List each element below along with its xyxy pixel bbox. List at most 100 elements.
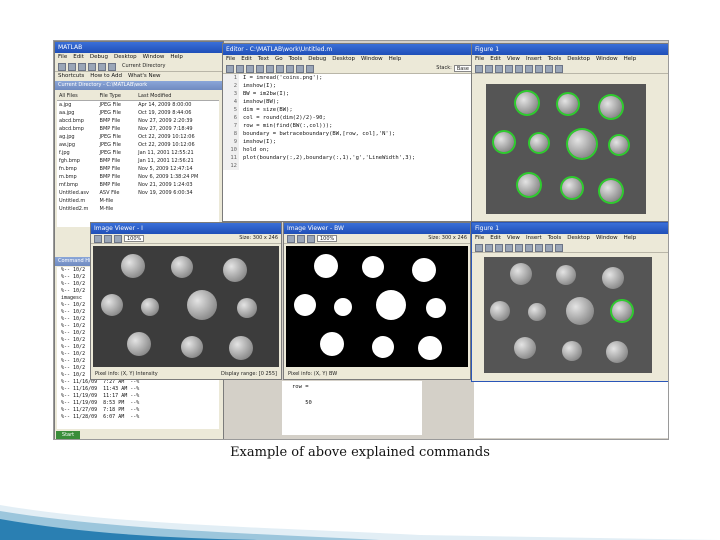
pan-icon[interactable] xyxy=(545,65,553,73)
file-row[interactable]: Untitled.m M-file xyxy=(57,197,219,205)
cut-icon[interactable] xyxy=(78,63,86,71)
arrow-icon[interactable] xyxy=(515,65,523,73)
matlab-menu-debug[interactable]: Debug xyxy=(90,53,108,62)
zoom-select[interactable]: 100% xyxy=(124,235,145,242)
file-row[interactable]: fn.bmp BMP File Nov 5, 2009 12:47:14 xyxy=(57,165,219,173)
rotate-icon[interactable] xyxy=(555,65,563,73)
new-figure-icon[interactable] xyxy=(475,65,483,73)
editor-menu-text[interactable]: Text xyxy=(258,55,269,64)
zoom-in-icon[interactable] xyxy=(287,235,295,243)
file-row[interactable]: aw.jpg JPEG File Oct 22, 2009 10:12:06 xyxy=(57,141,219,149)
column-header[interactable]: Last Modified xyxy=(136,93,219,100)
undo-icon[interactable] xyxy=(286,65,294,73)
figure-top-menu-desktop[interactable]: Desktop xyxy=(567,55,590,64)
arrow-icon[interactable] xyxy=(515,244,523,252)
print-icon[interactable] xyxy=(505,65,513,73)
open-icon[interactable] xyxy=(485,65,493,73)
zoom-out-icon[interactable] xyxy=(535,65,543,73)
new-file-icon[interactable] xyxy=(226,65,234,73)
editor-menu-window[interactable]: Window xyxy=(361,55,383,64)
code-line[interactable]: imshow(BW); xyxy=(243,98,415,106)
breakpoint-icon[interactable] xyxy=(306,65,314,73)
matlab-menu-file[interactable]: File xyxy=(58,53,67,62)
editor-menu-file[interactable]: File xyxy=(226,55,235,64)
code-line[interactable]: plot(boundary(:,2),boundary(:,1),'g','Li… xyxy=(243,154,415,162)
save-icon[interactable] xyxy=(495,65,503,73)
figure-bottom-menu-insert[interactable]: Insert xyxy=(526,234,542,243)
figure-bottom-menu-tools[interactable]: Tools xyxy=(548,234,562,243)
figure-bottom-menu-view[interactable]: View xyxy=(507,234,520,243)
history-entry[interactable]: %-- 11/27/09 7:18 PM --% xyxy=(61,407,219,414)
copy-icon[interactable] xyxy=(266,65,274,73)
whats-new-link[interactable]: What's New xyxy=(128,72,161,81)
save-icon[interactable] xyxy=(495,244,503,252)
editor-menu-tools[interactable]: Tools xyxy=(289,55,303,64)
zoom-in-icon[interactable] xyxy=(525,244,533,252)
zoom-in-icon[interactable] xyxy=(94,235,102,243)
figure-top-menu-help[interactable]: Help xyxy=(624,55,637,64)
figure-bottom-menu-window[interactable]: Window xyxy=(596,234,618,243)
zoom-in-icon[interactable] xyxy=(525,65,533,73)
history-entry[interactable]: %-- 11/16/09 11:43 AM --% xyxy=(61,386,219,393)
code-line[interactable]: boundary = bwtraceboundary(BW,[row, col]… xyxy=(243,130,415,138)
pan-icon[interactable] xyxy=(114,235,122,243)
stack-select[interactable]: Base xyxy=(453,65,472,72)
file-row[interactable]: aa.jpg JPEG File Oct 19, 2009 8:44:06 xyxy=(57,109,219,117)
matlab-menu-help[interactable]: Help xyxy=(170,53,183,62)
undo-icon[interactable] xyxy=(108,63,116,71)
print-icon[interactable] xyxy=(505,244,513,252)
code-line[interactable] xyxy=(243,162,415,170)
cut-icon[interactable] xyxy=(256,65,264,73)
column-header[interactable]: All Files xyxy=(57,93,98,100)
editor-menu-go[interactable]: Go xyxy=(275,55,283,64)
start-button[interactable]: Start xyxy=(56,431,80,439)
zoom-out-icon[interactable] xyxy=(535,244,543,252)
figure-bottom-menu-edit[interactable]: Edit xyxy=(490,234,501,243)
figure-top-menu-view[interactable]: View xyxy=(507,55,520,64)
code-line[interactable]: BW = im2bw(I); xyxy=(243,90,415,98)
history-entry[interactable]: %-- 11/16/09 7:27 AM --% xyxy=(61,379,219,386)
file-row[interactable]: abcd.bmp BMP File Nov 27, 2009 7:18:49 xyxy=(57,125,219,133)
file-row[interactable]: a.jpg JPEG File Apr 14, 2009 8:00:00 xyxy=(57,101,219,109)
figure-bottom-menu-file[interactable]: File xyxy=(475,234,484,243)
history-entry[interactable]: %-- 11/19/09 11:17 AM --% xyxy=(61,393,219,400)
file-row[interactable]: ag.jpg JPEG File Oct 22, 2009 10:12:06 xyxy=(57,133,219,141)
editor-menu-help[interactable]: Help xyxy=(389,55,402,64)
code-line[interactable]: I = imread('coins.png'); xyxy=(243,74,415,82)
figure-top-menu-edit[interactable]: Edit xyxy=(490,55,501,64)
editor-menu-debug[interactable]: Debug xyxy=(308,55,326,64)
file-row[interactable]: f.jpg JPEG File Jan 11, 2001 12:55:21 xyxy=(57,149,219,157)
run-icon[interactable] xyxy=(296,65,304,73)
code-line[interactable]: row = min(find(BW(:,col))); xyxy=(243,122,415,130)
save-icon[interactable] xyxy=(246,65,254,73)
paste-icon[interactable] xyxy=(98,63,106,71)
figure-top-menu-file[interactable]: File xyxy=(475,55,484,64)
code-line[interactable]: col = round(dim(2)/2)-90; xyxy=(243,114,415,122)
copy-icon[interactable] xyxy=(88,63,96,71)
file-row[interactable]: Untitled2.m M-file xyxy=(57,205,219,213)
code-line[interactable]: imshow(I); xyxy=(243,82,415,90)
open-icon[interactable] xyxy=(236,65,244,73)
figure-bottom-menu-desktop[interactable]: Desktop xyxy=(567,234,590,243)
zoom-out-icon[interactable] xyxy=(297,235,305,243)
figure-bottom-menu-help[interactable]: Help xyxy=(624,234,637,243)
open-icon[interactable] xyxy=(68,63,76,71)
matlab-menu-desktop[interactable]: Desktop xyxy=(114,53,137,62)
file-row[interactable]: fgh.bmp BMP File Jan 11, 2001 12:56:21 xyxy=(57,157,219,165)
pan-icon[interactable] xyxy=(307,235,315,243)
open-icon[interactable] xyxy=(485,244,493,252)
zoom-select[interactable]: 100% xyxy=(317,235,338,242)
file-row[interactable]: mf.bmp BMP File Nov 21, 2009 1:24:03 xyxy=(57,181,219,189)
new-figure-icon[interactable] xyxy=(475,244,483,252)
file-row[interactable]: abcd.bmp BMP File Nov 27, 2009 2:20:39 xyxy=(57,117,219,125)
zoom-out-icon[interactable] xyxy=(104,235,112,243)
file-row[interactable]: m.bmp BMP File Nov 6, 2009 1:38:24 PM xyxy=(57,173,219,181)
history-entry[interactable]: %-- 11/28/09 6:07 AM --% xyxy=(61,414,219,421)
code-line[interactable]: imshow(I); xyxy=(243,138,415,146)
pan-icon[interactable] xyxy=(545,244,553,252)
shortcuts-link[interactable]: Shortcuts xyxy=(58,72,84,81)
rotate-icon[interactable] xyxy=(555,244,563,252)
file-row[interactable]: Untitled.asv ASV File Nov 19, 2009 6:00:34 xyxy=(57,189,219,197)
figure-top-menu-window[interactable]: Window xyxy=(596,55,618,64)
code-line[interactable]: dim = size(BW); xyxy=(243,106,415,114)
